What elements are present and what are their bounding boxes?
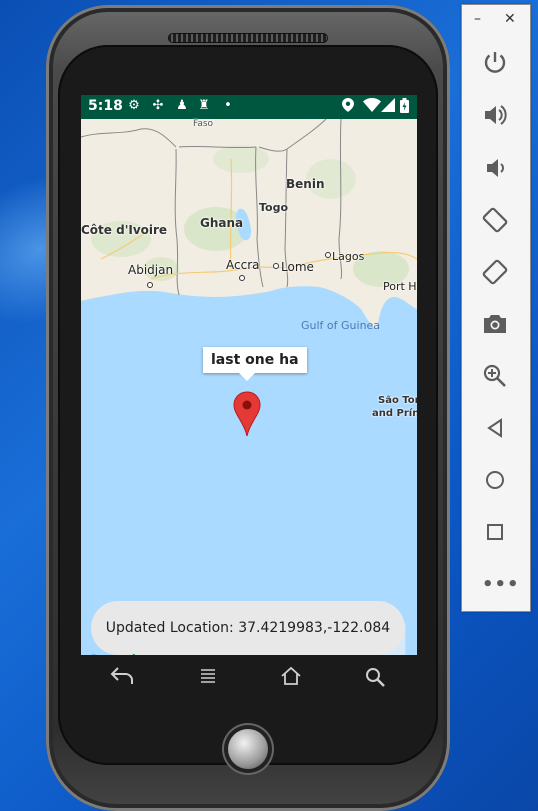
- map-label-benin: Benin: [286, 177, 325, 191]
- chess-icon: ♟: [176, 98, 188, 113]
- zoom-button[interactable]: [480, 361, 510, 391]
- toast-message: Updated Location: 37.4219983,-122.084: [91, 601, 405, 655]
- map-canvas: [81, 119, 417, 655]
- rotate-left-button[interactable]: [480, 205, 510, 235]
- settings-icon: ⚙: [128, 98, 140, 113]
- power-button[interactable]: [480, 47, 510, 77]
- home-button[interactable]: [277, 666, 305, 692]
- volume-up-button[interactable]: [480, 100, 510, 130]
- trackball-button[interactable]: [228, 729, 268, 769]
- map-label-accra: Accra: [226, 258, 260, 272]
- wifi-icon: [363, 98, 381, 114]
- signal-icon: [381, 98, 395, 114]
- power-icon: [484, 52, 506, 73]
- minimize-button[interactable]: –: [474, 11, 481, 27]
- marker-info-window[interactable]: last one ha: [203, 347, 307, 381]
- keyhole-icon: ♜: [198, 98, 210, 113]
- location-pin-icon: [233, 391, 261, 437]
- menu-icon: [201, 669, 215, 683]
- screenshot-button[interactable]: [480, 309, 510, 339]
- status-time: 5:18: [88, 98, 123, 114]
- map-label-lagos: Lagos: [332, 250, 365, 263]
- home-circle-icon: [486, 471, 504, 489]
- navigation-bar: [81, 656, 417, 704]
- volume-up-icon: [485, 105, 507, 125]
- emu-back-button[interactable]: [480, 413, 510, 443]
- map-label-sao-tome-1: São Tor: [378, 395, 417, 406]
- location-icon: [341, 98, 355, 114]
- map-label-ghana: Ghana: [200, 216, 244, 230]
- back-icon: [110, 667, 133, 684]
- emu-overview-button[interactable]: [480, 517, 510, 547]
- home-icon: [281, 666, 301, 685]
- battery-icon: [399, 98, 409, 114]
- dot-icon: •: [224, 98, 232, 113]
- rotate-left-icon: [482, 207, 508, 233]
- google-logo: Google: [87, 651, 146, 655]
- close-button[interactable]: ✕: [504, 11, 516, 27]
- rotate-right-icon: [482, 259, 508, 285]
- back-triangle-icon: [487, 418, 502, 438]
- map-view[interactable]: Faso Benin Togo Ghana Côte d'Ivoire Abid…: [81, 119, 417, 655]
- volume-down-button[interactable]: [480, 153, 510, 183]
- map-label-abidjan: Abidjan: [128, 263, 174, 277]
- speaker-grille: [168, 33, 328, 43]
- search-icon: [366, 668, 385, 687]
- rotate-right-button[interactable]: [480, 257, 510, 287]
- map-marker-pin[interactable]: [232, 391, 262, 437]
- map-label-gulf-of-guinea: Gulf of Guinea: [301, 319, 381, 332]
- map-label-faso: Faso: [193, 119, 214, 129]
- volume-down-icon: [487, 159, 504, 177]
- status-bar: 5:18 ⚙ ✣ ♟ ♜ •: [81, 95, 417, 119]
- map-label-sao-tome-2: and Prínc: [372, 408, 417, 419]
- back-button[interactable]: [108, 666, 136, 692]
- map-label-togo: Togo: [259, 201, 289, 214]
- map-label-cote-divoire: Côte d'Ivoire: [81, 223, 168, 237]
- device-screen: 5:18 ⚙ ✣ ♟ ♜ • Faso Benin Togo Ghana Côt…: [81, 95, 417, 655]
- zoom-icon: [483, 364, 506, 387]
- more-options-icon[interactable]: •••: [482, 574, 520, 595]
- camera-icon: [484, 315, 506, 333]
- map-label-port-harcourt: Port Ha: [383, 280, 417, 293]
- emu-home-button[interactable]: [480, 465, 510, 495]
- emulator-toolbar: – ✕ •••: [461, 4, 531, 612]
- map-label-lome: Lome: [281, 260, 314, 274]
- overview-square-icon: [487, 524, 503, 540]
- fan-icon: ✣: [152, 98, 164, 113]
- menu-button[interactable]: [194, 666, 222, 692]
- search-button[interactable]: [361, 666, 389, 692]
